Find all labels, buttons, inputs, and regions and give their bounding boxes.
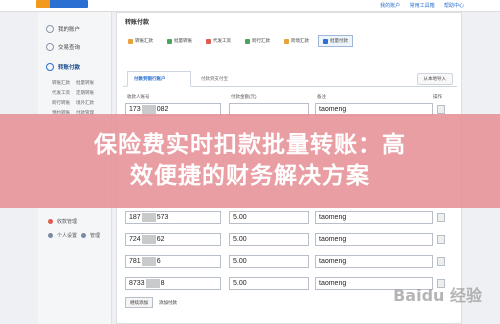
sidebar-item-label: 收款管理 <box>57 219 78 225</box>
table-row: 724 62 5.00 taomeng <box>125 233 455 247</box>
watermark: Baidu 经验 <box>393 286 482 305</box>
tab-bar: 付款到银行账户 付款到支付宝 从本地导入 <box>123 71 457 87</box>
account-field[interactable]: 724 62 <box>125 233 221 246</box>
account-field[interactable]: 187 573 <box>125 211 221 224</box>
function-toolbar: 转账汇款 批量转账 代发工资 跨行汇款 跨境汇款 批量付款 <box>123 35 457 49</box>
toolbar-interbank-button[interactable]: 跨行汇款 <box>240 35 275 47</box>
masked-digits <box>141 235 156 244</box>
amount-field[interactable]: 5.00 <box>229 211 309 224</box>
sidebar-sub-item[interactable]: 跨行转账 <box>52 100 76 106</box>
masked-digits <box>141 213 156 222</box>
top-bar: 我的账户 常用工具箱 帮助中心 <box>0 0 500 12</box>
sidebar-sub-item[interactable]: 定期转账 <box>76 90 100 96</box>
amount-field[interactable]: 5.00 <box>229 277 309 290</box>
crossborder-icon <box>284 38 289 44</box>
sidebar-item-account[interactable]: 我的账户 <box>46 22 106 36</box>
salary-icon <box>206 38 211 44</box>
masked-digits <box>141 257 156 266</box>
row-action-button[interactable] <box>437 213 445 222</box>
sidebar-item-query[interactable]: 交易查询 <box>46 40 106 54</box>
brand-logo <box>36 0 88 8</box>
sidebar-item-label: 个人设置 <box>57 233 78 239</box>
sidebar-sub-item[interactable]: 批量转账 <box>76 80 100 86</box>
top-link[interactable]: 常用工具箱 <box>410 3 435 9</box>
table-row: 781 6 5.00 taomeng <box>125 255 455 269</box>
table-row: 187 573 5.00 taomeng <box>125 211 455 225</box>
sidebar-sub-item[interactable]: 代发工资 <box>52 90 76 96</box>
sidebar-item-label: 交易查询 <box>58 45 81 51</box>
masked-digits <box>141 105 156 114</box>
remark-field[interactable]: taomeng <box>315 211 433 224</box>
sidebar-subrow: 转账汇款 批量转账 <box>52 80 100 86</box>
remark-field[interactable]: taomeng <box>315 233 433 246</box>
search-icon <box>46 43 54 51</box>
toolbar-salary-button[interactable]: 代发工资 <box>201 35 236 47</box>
batch-pay-icon <box>323 38 328 44</box>
page-title: 转账付款 <box>125 20 150 26</box>
row-action-button[interactable] <box>437 235 445 244</box>
row-action-button[interactable] <box>437 257 445 266</box>
column-header-remark: 备注 <box>317 94 326 99</box>
sidebar-item-label: 管理 <box>90 233 101 239</box>
add-row-note: 添加付款 <box>159 299 177 305</box>
transfer-icon <box>46 63 54 71</box>
interbank-icon <box>245 38 250 44</box>
column-header-action: 操作 <box>433 94 442 99</box>
column-header-amount: 付款金额(元) <box>231 94 257 99</box>
banner-line: 保险费实时扣款批量转账：高 <box>94 132 406 158</box>
account-field[interactable]: 781 6 <box>125 255 221 268</box>
sidebar-subrow: 代发工资 定期转账 <box>52 90 100 96</box>
remark-field[interactable]: taomeng <box>315 255 433 268</box>
top-link[interactable]: 帮助中心 <box>444 3 464 9</box>
account-field[interactable]: 8733 8 <box>125 277 221 290</box>
row-action-button[interactable] <box>437 105 445 114</box>
manage-icon <box>81 233 87 238</box>
receive-icon <box>48 219 53 224</box>
banner-title: 保险费实时扣款批量转账：高 效便捷的财务解决方案 <box>0 130 500 192</box>
column-header-account: 收款人账号 <box>127 94 150 99</box>
sidebar-item-label: 转账付款 <box>58 65 81 71</box>
sidebar-item-label: 我的账户 <box>58 27 81 33</box>
title-banner: 保险费实时扣款批量转账：高 效便捷的财务解决方案 <box>0 114 500 208</box>
sidebar-subrow: 跨行转账 境外汇款 <box>52 100 100 106</box>
toolbar-batch-pay-button[interactable]: 批量付款 <box>318 35 353 47</box>
sidebar-item-transfer[interactable]: 转账付款 <box>46 60 106 74</box>
import-button[interactable]: 从本地导入 <box>416 73 453 85</box>
sidebar-sub-item[interactable]: 境外汇款 <box>76 100 100 106</box>
top-links: 我的账户 常用工具箱 帮助中心 <box>372 2 464 9</box>
tab-alipay[interactable]: 付款到支付宝 <box>195 71 253 87</box>
add-row-bar: 继续添加 添加付款 <box>125 297 177 308</box>
user-icon <box>46 25 54 33</box>
toolbar-crossborder-button[interactable]: 跨境汇款 <box>279 35 314 47</box>
banner-line: 效便捷的财务解决方案 <box>130 163 370 189</box>
tab-bank-account[interactable]: 付款到银行账户 <box>127 71 191 87</box>
masked-digits <box>145 279 160 288</box>
toolbar-transfer-button[interactable]: 转账汇款 <box>123 35 158 47</box>
amount-field[interactable]: 5.00 <box>229 255 309 268</box>
sidebar-item-settings[interactable]: 个人设置 管理 <box>48 232 100 239</box>
add-row-button[interactable]: 继续添加 <box>125 297 153 308</box>
transfer-icon <box>128 38 133 44</box>
top-link[interactable]: 我的账户 <box>380 3 400 9</box>
sidebar-sub-item[interactable]: 转账汇款 <box>52 80 76 86</box>
settings-icon <box>48 233 53 238</box>
toolbar-batch-button[interactable]: 批量转账 <box>162 35 197 47</box>
amount-field[interactable]: 5.00 <box>229 233 309 246</box>
sidebar-item-receive[interactable]: 收款管理 <box>48 218 77 225</box>
batch-icon <box>167 38 172 44</box>
